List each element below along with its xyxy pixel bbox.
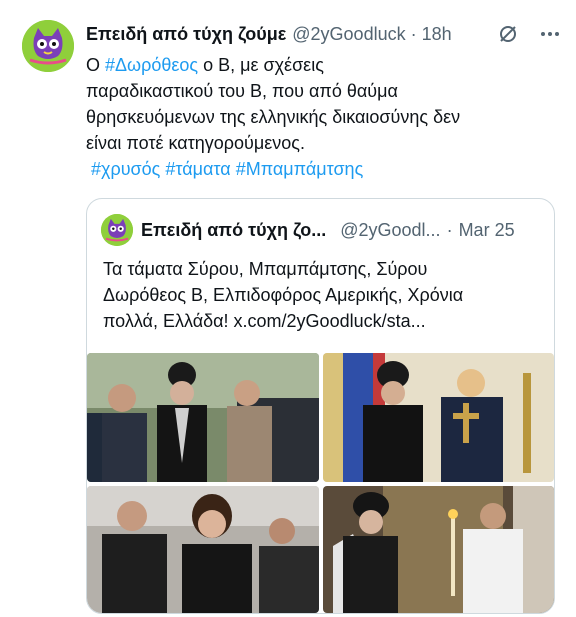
hashtag-chrysos[interactable]: #χρυσός [91, 159, 160, 179]
quoted-timestamp: Mar 25 [458, 219, 515, 240]
author-handle[interactable]: @2yGoodluck [292, 24, 405, 45]
quoted-avatar [101, 214, 133, 246]
quoted-text-line1: Τα τάματα Σύρου, Μπαμπάμτσης, Σύρου [103, 259, 428, 279]
cat-avatar-icon [22, 20, 74, 72]
cat-avatar-icon [101, 214, 133, 246]
avatar[interactable] [22, 20, 74, 72]
text-line3: θρησκευόμενων της ελληνικής δικαιοσύνης … [86, 107, 461, 127]
separator-dot: · [410, 23, 417, 44]
quoted-text-line3: πολλά, Ελλάδα! x.com/2yGoodluck/sta... [103, 311, 426, 331]
tweet-text: Ο #Δωρόθεος ο Β, με σχέσεις παραδικαστικ… [86, 52, 556, 182]
photo-3[interactable] [87, 486, 319, 613]
quoted-text-line2: Δωρόθεος Β, Ελπιδοφόρος Αμερικής, Χρόνια [103, 285, 464, 305]
text-line2: παραδικαστικού του Β, που από θαύμα [86, 81, 398, 101]
grok-icon[interactable] [496, 22, 520, 46]
text-line4: είναι ποτέ κατηγορούμενος. [86, 133, 305, 153]
photo-1[interactable] [87, 353, 319, 482]
separator-dot: · [446, 219, 453, 240]
tweet-actions [496, 22, 562, 46]
media-grid [87, 353, 554, 613]
quoted-author-handle: @2yGoodl... [340, 219, 441, 240]
tweet-header: Επειδή από τύχη ζούμε @2yGoodluck · 18h [86, 22, 566, 46]
timestamp[interactable]: 18h [422, 24, 452, 45]
quoted-tweet[interactable]: Επειδή από τύχη ζο... @2yGoodl... · Mar … [86, 198, 555, 614]
hashtag-mpampamtsis[interactable]: #Μπαμπάμτσης [236, 159, 364, 179]
quoted-author-name: Επειδή από τύχη ζο... [141, 219, 327, 240]
more-icon[interactable] [538, 22, 562, 46]
quoted-text: Τα τάματα Σύρου, Μπαμπάμτσης, Σύρου Δωρό… [103, 256, 539, 334]
text-intro: Ο [86, 55, 106, 75]
quoted-header: Επειδή από τύχη ζο... @2yGoodl... · Mar … [101, 214, 540, 246]
text-line1: ο Β, με σχέσεις [198, 55, 324, 75]
hashtag-tamata[interactable]: #τάματα [165, 159, 230, 179]
photo-4[interactable] [323, 486, 554, 613]
photo-2[interactable] [323, 353, 554, 482]
tweet[interactable]: Επειδή από τύχη ζούμε @2yGoodluck · 18h … [0, 0, 576, 617]
hashtag-dorotheos[interactable]: #Δωρόθεος [105, 55, 198, 75]
author-name[interactable]: Επειδή από τύχη ζούμε [86, 24, 286, 45]
